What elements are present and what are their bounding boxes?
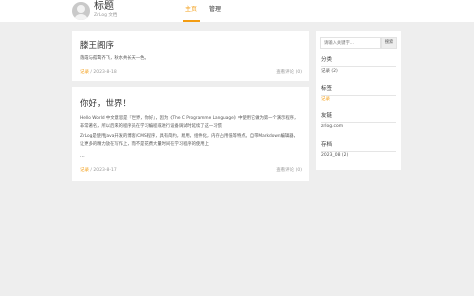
post-ellipsis: ... [80,153,85,159]
post-card: 滕王阁序 落霞与孤鹜齐飞，秋水共长天一色。 记录 / 2023-8-18 查看评… [72,31,309,81]
post-title-link[interactable]: 你好，世界！ [80,99,131,109]
tag-item[interactable]: 记录 [321,97,330,103]
post-card: 你好，世界！ Hello World 中文意思是『世界，你好』，因为《The C… [72,87,309,181]
site-title[interactable]: 标题 [94,1,114,13]
category-heading: 分类 [321,57,333,63]
post-category-link[interactable]: 记录 [80,168,89,173]
nav-active-indicator [183,20,200,22]
nav-home-link[interactable]: 主页 [185,6,197,14]
divider [321,66,396,67]
post-meta: 记录 / 2023-8-17 [80,168,117,173]
view-comments-link[interactable]: 查看评论 (0) [276,70,302,76]
post-excerpt: Hello World 中文意思是『世界，你好』，因为《The C Progra… [80,116,299,129]
search-input[interactable] [320,37,381,49]
nav-admin-link[interactable]: 管理 [209,6,221,14]
divider [321,95,396,96]
post-category-link[interactable]: 记录 [80,70,89,75]
links-heading: 友链 [321,113,333,119]
post-meta: 记录 / 2023-8-18 [80,70,117,75]
sidebar: 搜索 分类 记录 (2) 标签 记录 友链 zrlog.com 存档 2023_… [316,31,401,170]
post-title-link[interactable]: 滕王阁序 [80,41,114,51]
post-date: 2023-8-17 [93,168,117,173]
top-navbar: 标题 ZrLog 文档 主页 管理 [0,0,474,22]
divider [321,151,396,152]
search-button[interactable]: 搜索 [381,37,397,49]
archive-item[interactable]: 2023_08 (2) [321,153,348,159]
divider [321,122,396,123]
post-date: 2023-8-18 [93,70,117,75]
avatar-head-shape [77,5,85,13]
site-subtitle: ZrLog 文档 [94,13,118,18]
post-excerpt: 落霞与孤鹜齐飞，秋水共长天一色。 [80,56,149,61]
friend-link-item[interactable]: zrlog.com [321,124,343,130]
category-item[interactable]: 记录 (2) [321,69,338,75]
view-comments-link[interactable]: 查看评论 (0) [276,168,302,174]
avatar[interactable] [72,2,90,20]
tag-heading: 标签 [321,86,333,92]
post-excerpt: ZrLog是使用Java开发的博客/CMS程序，具有简约，易用，组件化，内存占用… [80,134,298,147]
archive-heading: 存档 [321,142,333,148]
avatar-body-shape [74,14,88,20]
